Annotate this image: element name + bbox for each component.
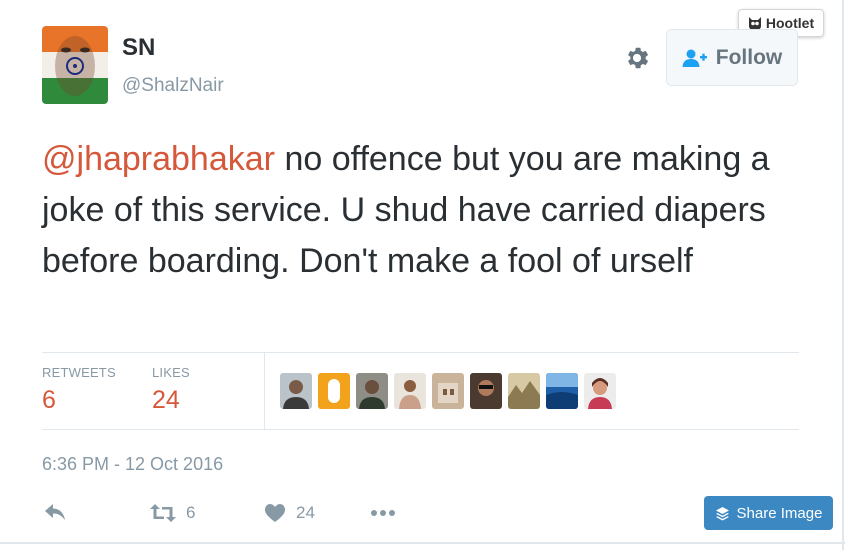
- share-image-label: Share Image: [736, 504, 823, 522]
- reply-button[interactable]: [44, 503, 66, 521]
- follow-label: Follow: [715, 45, 783, 69]
- liker-avatar[interactable]: [318, 373, 350, 409]
- follow-person-icon: [682, 49, 707, 67]
- retweet-button[interactable]: 6: [150, 503, 195, 523]
- liker-avatar[interactable]: [470, 373, 502, 409]
- card-bottom-border: [0, 542, 845, 544]
- tweet-stats: RETWEETS 6 LIKES 24: [42, 352, 799, 430]
- liker-avatar[interactable]: [280, 373, 312, 409]
- mention-link[interactable]: @jhaprabhakar: [42, 140, 275, 178]
- more-icon: [371, 510, 395, 516]
- tweet-timestamp[interactable]: 6:36 PM - 12 Oct 2016: [42, 454, 223, 475]
- likes-count: 24: [152, 386, 180, 414]
- like-count: 24: [296, 503, 315, 522]
- more-button[interactable]: [370, 509, 396, 517]
- follow-button[interactable]: Follow: [666, 29, 798, 86]
- likes-label: LIKES: [152, 365, 190, 380]
- liker-avatar[interactable]: [432, 373, 464, 409]
- liker-avatar[interactable]: [394, 373, 426, 409]
- retweets-count: 6: [42, 386, 56, 414]
- user-handle[interactable]: @ShalzNair: [122, 75, 224, 97]
- liker-avatar[interactable]: [546, 373, 578, 409]
- tweet-text: @jhaprabhakar no offence but you are mak…: [42, 134, 802, 287]
- liker-avatar[interactable]: [508, 373, 540, 409]
- share-image-button[interactable]: Share Image: [704, 496, 833, 530]
- likers-avatars: [280, 373, 616, 409]
- card-right-border: [842, 0, 844, 550]
- likes-stat[interactable]: LIKES 24: [152, 365, 190, 415]
- tweet-card: SN @ShalzNair Hootlet Follow @jhaprabhak…: [0, 0, 850, 550]
- avatar[interactable]: [42, 26, 108, 104]
- liker-avatar[interactable]: [356, 373, 388, 409]
- layers-icon: [715, 506, 729, 520]
- gear-icon[interactable]: [623, 44, 651, 72]
- stats-divider: [264, 353, 265, 429]
- retweet-icon: [150, 504, 176, 522]
- retweet-count: 6: [186, 503, 196, 522]
- retweets-stat[interactable]: RETWEETS 6: [42, 365, 116, 415]
- retweets-label: RETWEETS: [42, 365, 116, 380]
- display-name[interactable]: SN: [122, 34, 155, 62]
- reply-icon: [45, 504, 65, 520]
- liker-avatar[interactable]: [584, 373, 616, 409]
- heart-icon: [264, 504, 286, 522]
- like-button[interactable]: 24: [264, 503, 315, 523]
